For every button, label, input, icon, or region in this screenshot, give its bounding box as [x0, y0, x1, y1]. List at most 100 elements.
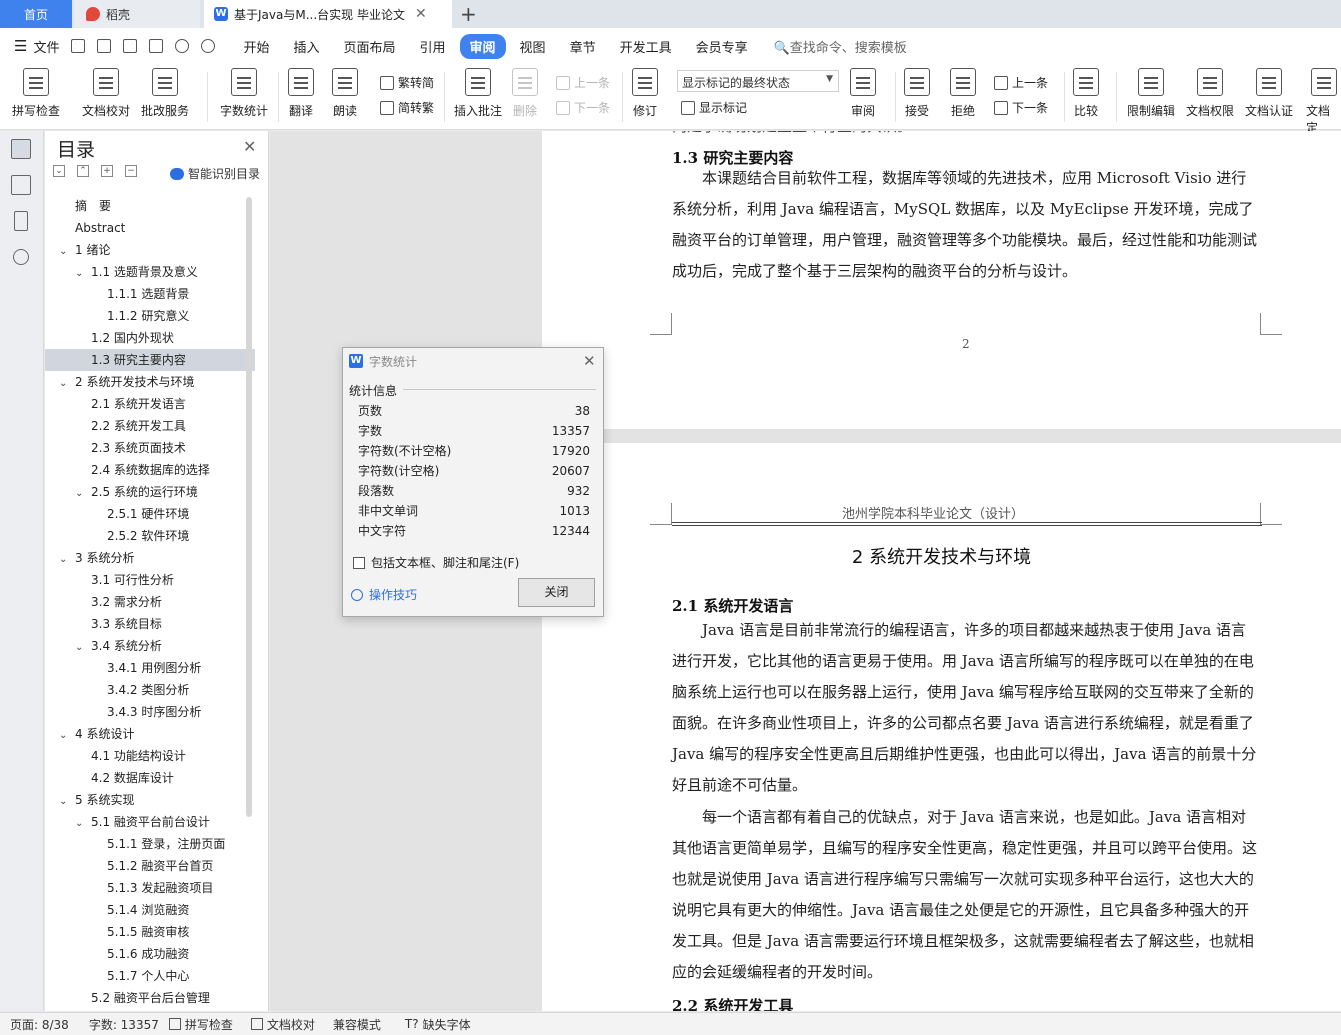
menu-review[interactable]: 审阅	[459, 33, 506, 59]
toc-item[interactable]: ⌄ 5.1 融资平台前台设计	[45, 811, 255, 833]
toc-item[interactable]: 4.2 数据库设计	[45, 767, 255, 789]
toc-item[interactable]: ⌄ 2.5 系统的运行环境	[45, 481, 255, 503]
toc-item[interactable]: ⌄ 1 绪论	[45, 239, 255, 261]
toc-item[interactable]: 5.1.3 发起融资项目	[45, 877, 255, 899]
menu-view[interactable]: 视图	[510, 34, 556, 59]
menu-layout[interactable]: 页面布局	[334, 34, 406, 59]
batch-service-button[interactable]: 批改服务	[141, 68, 189, 119]
checkbox-box[interactable]	[353, 556, 365, 569]
toc-scrollbar[interactable]	[246, 197, 252, 817]
simplified-to-trad-button[interactable]: 简转繁	[380, 99, 434, 116]
toc-item[interactable]: ⌄ 2 系统开发技术与环境	[45, 371, 255, 393]
undo-icon[interactable]	[175, 39, 190, 53]
add-item-icon[interactable]: +	[101, 165, 113, 177]
chevron-down-icon[interactable]: ⌄	[75, 637, 87, 659]
toc-item[interactable]: 1.2 国内外现状	[45, 327, 255, 349]
show-markup-button[interactable]: 显示标记	[681, 99, 747, 116]
menu-insert[interactable]: 插入	[283, 34, 329, 59]
print-icon[interactable]	[123, 39, 138, 53]
toc-item[interactable]: 2.5.1 硬件环境	[45, 503, 255, 525]
missing-font-status[interactable]: T? 缺失字体	[405, 1016, 471, 1033]
restrict-edit-button[interactable]: 限制编辑	[1127, 68, 1175, 119]
collapse-all-icon[interactable]: ⌄	[53, 165, 65, 177]
chevron-down-icon[interactable]: ⌄	[75, 263, 87, 285]
toc-item[interactable]: Abstract	[45, 217, 255, 239]
toc-item[interactable]: 2.5.2 软件环境	[45, 525, 255, 547]
toc-item[interactable]: 5.1.2 融资平台首页	[45, 855, 255, 877]
toc-item[interactable]: 1.1.2 研究意义	[45, 305, 255, 327]
toc-item[interactable]: 5.1.7 个人中心	[45, 965, 255, 987]
delete-comment-button[interactable]: 删除	[512, 68, 538, 119]
toc-item[interactable]: ⌄ 4 系统设计	[45, 723, 255, 745]
spell-check-status[interactable]: 拼写检查	[168, 1016, 233, 1033]
translate-button[interactable]: 翻译	[288, 68, 314, 119]
chevron-down-icon[interactable]: ⌄	[59, 373, 71, 395]
remove-item-icon[interactable]: −	[125, 165, 137, 177]
toc-item[interactable]: 3.2 需求分析	[45, 591, 255, 613]
toc-item[interactable]: 2.4 系统数据库的选择	[45, 459, 255, 481]
toc-item[interactable]: 4.1 功能结构设计	[45, 745, 255, 767]
close-icon[interactable]: ✕	[243, 137, 256, 156]
chevron-down-icon[interactable]: ⌄	[59, 549, 71, 571]
compare-button[interactable]: 比较	[1073, 68, 1099, 119]
trad-to-simplified-button[interactable]: 繁转简	[380, 74, 434, 91]
chevron-down-icon[interactable]: ⌄	[75, 483, 87, 505]
menu-member[interactable]: 会员专享	[686, 34, 758, 59]
save-icon[interactable]	[71, 39, 86, 53]
menu-start[interactable]: 开始	[233, 34, 279, 59]
toc-item[interactable]: 2.2 系统开发工具	[45, 415, 255, 437]
tab-home[interactable]: 首页	[0, 0, 72, 28]
page-indicator[interactable]: 页面: 8/38	[10, 1016, 69, 1033]
toc-item[interactable]: 5.1.6 成功融资	[45, 943, 255, 965]
smart-toc-button[interactable]: 智能识别目录	[170, 165, 260, 182]
toc-item[interactable]: 3.4.2 类图分析	[45, 679, 255, 701]
tab-document[interactable]: W 基于Java与M...台实现 毕业论文 ✕	[204, 0, 452, 28]
dialog-titlebar[interactable]: W 字数统计	[343, 348, 603, 374]
toc-icon[interactable]	[11, 139, 31, 159]
insert-comment-button[interactable]: 插入批注	[454, 68, 502, 119]
doc-certify-button[interactable]: 文档认证	[1245, 68, 1293, 119]
new-tab-button[interactable]: +	[460, 2, 477, 26]
accept-button[interactable]: 接受	[904, 68, 930, 119]
toc-item[interactable]: 5.2 融资平台后台管理	[45, 987, 255, 1009]
doc-proof-status[interactable]: 文档校对	[250, 1016, 315, 1033]
toc-item[interactable]: 5.1.5 融资审核	[45, 921, 255, 943]
toc-item[interactable]: 5.1.4 浏览融资	[45, 899, 255, 921]
chevron-down-icon[interactable]: ⌄	[59, 241, 71, 263]
redo-icon[interactable]	[201, 39, 216, 53]
navigation-icon[interactable]	[11, 175, 31, 195]
export-icon[interactable]	[97, 39, 112, 53]
toc-item[interactable]: 1.1.1 选题背景	[45, 283, 255, 305]
bookmark-icon[interactable]	[14, 211, 28, 231]
menu-file[interactable]: 文件	[33, 37, 59, 56]
next-comment-button[interactable]: 下一条	[556, 99, 610, 116]
toc-item[interactable]: ⌄ 5 系统实现	[45, 789, 255, 811]
next-change-button[interactable]: 下一条	[994, 99, 1048, 116]
word-count-button[interactable]: 字数统计	[220, 68, 268, 119]
expand-icon[interactable]: ⌃	[77, 165, 89, 177]
toc-item[interactable]: 5.1.1 登录，注册页面	[45, 833, 255, 855]
close-button[interactable]: 关闭	[518, 578, 595, 607]
markup-mode-select[interactable]: 显示标记的最终状态 ▼	[677, 70, 839, 92]
prev-comment-button[interactable]: 上一条	[556, 74, 610, 91]
close-icon[interactable]: ✕	[583, 352, 596, 370]
read-aloud-button[interactable]: 朗读	[332, 68, 358, 119]
tips-link[interactable]: 操作技巧	[351, 586, 417, 603]
tab-close-icon[interactable]: ✕	[415, 6, 427, 22]
menu-references[interactable]: 引用	[410, 34, 456, 59]
toc-item[interactable]: 1.3 研究主要内容	[45, 349, 255, 371]
toc-item[interactable]: ⌄ 1.1 选题背景及意义	[45, 261, 255, 283]
prev-change-button[interactable]: 上一条	[994, 74, 1048, 91]
reject-button[interactable]: 拒绝	[950, 68, 976, 119]
toc-item[interactable]: 2.1 系统开发语言	[45, 393, 255, 415]
doc-proof-button[interactable]: 文档校对	[82, 68, 130, 119]
word-count-indicator[interactable]: 字数: 13357	[89, 1016, 159, 1033]
preview-icon[interactable]	[149, 39, 164, 53]
spell-check-button[interactable]: 拼写检查	[12, 68, 60, 119]
tab-daoke[interactable]: 稻壳	[74, 0, 200, 28]
include-notes-checkbox[interactable]: 包括文本框、脚注和尾注(F)	[353, 554, 519, 571]
toc-item[interactable]: 摘 要	[45, 195, 255, 217]
command-search[interactable]: 🔍查找命令、搜索模板	[774, 37, 907, 56]
doc-permission-button[interactable]: 文档权限	[1186, 68, 1234, 119]
chevron-down-icon[interactable]: ⌄	[75, 813, 87, 835]
